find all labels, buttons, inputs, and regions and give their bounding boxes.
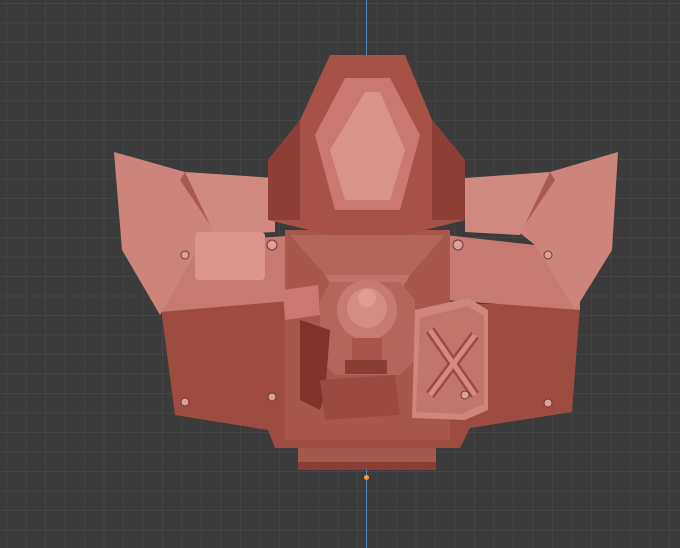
cross-plate: [412, 298, 488, 420]
3d-model-render[interactable]: [0, 0, 680, 548]
3d-viewport[interactable]: [0, 0, 680, 548]
origin-point: [364, 475, 369, 480]
turret: [320, 280, 415, 375]
top-crest: [268, 55, 465, 235]
